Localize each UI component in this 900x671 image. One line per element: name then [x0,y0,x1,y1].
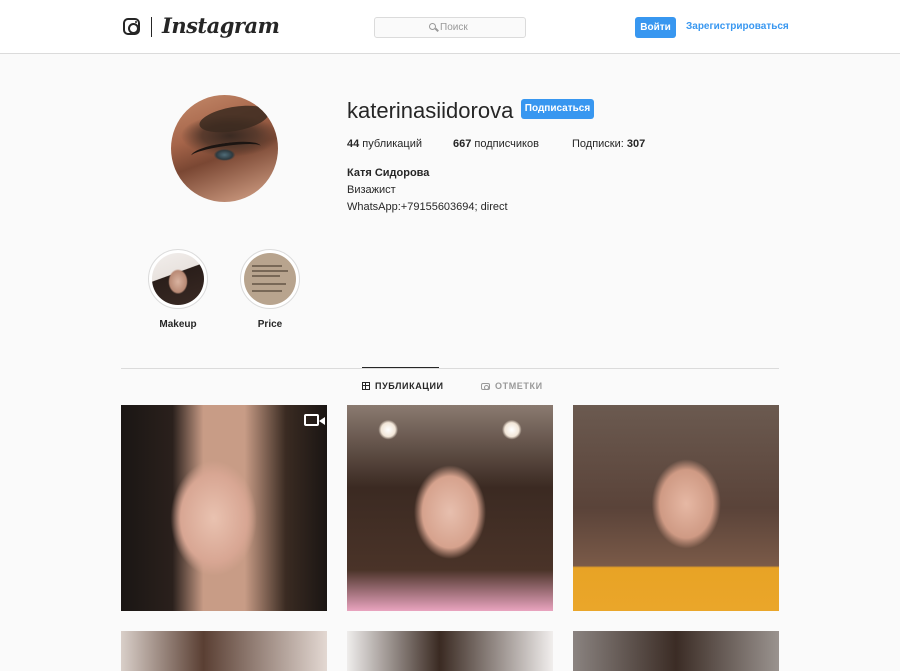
cover-text-line [252,290,282,292]
followers-label: подписчиков [471,138,539,150]
posts-count-stat: 44 публикаций [347,138,422,150]
highlight-label: Price [257,319,283,330]
cover-text-line [252,265,282,267]
logo-divider [151,17,152,37]
tab-posts[interactable]: ПУБЛИКАЦИИ [362,381,444,391]
tag-icon [481,383,490,390]
follow-button[interactable]: Подписаться [521,99,594,119]
highlight-cover-image [244,253,296,305]
post-thumbnail[interactable] [573,631,779,671]
highlight-label: Makeup [159,319,197,330]
post-thumbnail[interactable] [573,405,779,611]
following-label: Подписки: [572,138,627,150]
tab-posts-label: ПУБЛИКАЦИИ [375,381,444,391]
search-icon [429,23,436,30]
search-placeholder: Поиск [440,22,468,33]
cover-text-line [252,283,286,285]
active-tab-indicator [362,367,439,368]
tab-tagged-label: ОТМЕТКИ [495,381,543,391]
profile-full-name: Катя Сидорова [347,167,430,179]
cover-text-line [252,270,288,272]
post-thumbnail[interactable] [347,631,553,671]
grid-icon [362,382,370,390]
highlight-cover-image [152,253,204,305]
instagram-camera-icon[interactable] [123,18,140,35]
top-navigation-bar: Instagram Поиск Войти Зарегистрироваться [0,0,900,54]
instagram-wordmark[interactable]: Instagram [162,13,280,38]
posts-label: публикаций [359,138,423,150]
post-thumbnail[interactable] [121,631,327,671]
avatar-photo-detail [197,101,271,137]
post-thumbnail[interactable] [347,405,553,611]
profile-bio-line: Визажист [347,184,396,196]
posts-count: 44 [347,138,360,150]
post-thumbnail[interactable] [121,405,327,611]
tab-tagged[interactable]: ОТМЕТКИ [481,381,543,391]
search-input[interactable]: Поиск [374,17,526,38]
followers-count: 667 [453,138,472,150]
following-count: 307 [626,138,646,150]
followers-count-stat[interactable]: 667 подписчиков [453,138,539,150]
story-highlight-makeup[interactable] [148,249,208,309]
cover-text-line [252,275,280,277]
profile-avatar[interactable] [171,95,278,202]
profile-username: katerinasiidorova [347,98,514,123]
tabs-divider [121,368,779,369]
login-button[interactable]: Войти [635,17,676,38]
video-icon [304,414,325,426]
profile-bio-line: WhatsApp:+79155603694; direct [347,201,508,213]
signup-link[interactable]: Зарегистрироваться [686,21,789,32]
avatar-photo-detail [190,138,262,164]
following-count-stat[interactable]: Подписки: 307 [572,138,645,150]
story-highlight-price[interactable] [240,249,300,309]
